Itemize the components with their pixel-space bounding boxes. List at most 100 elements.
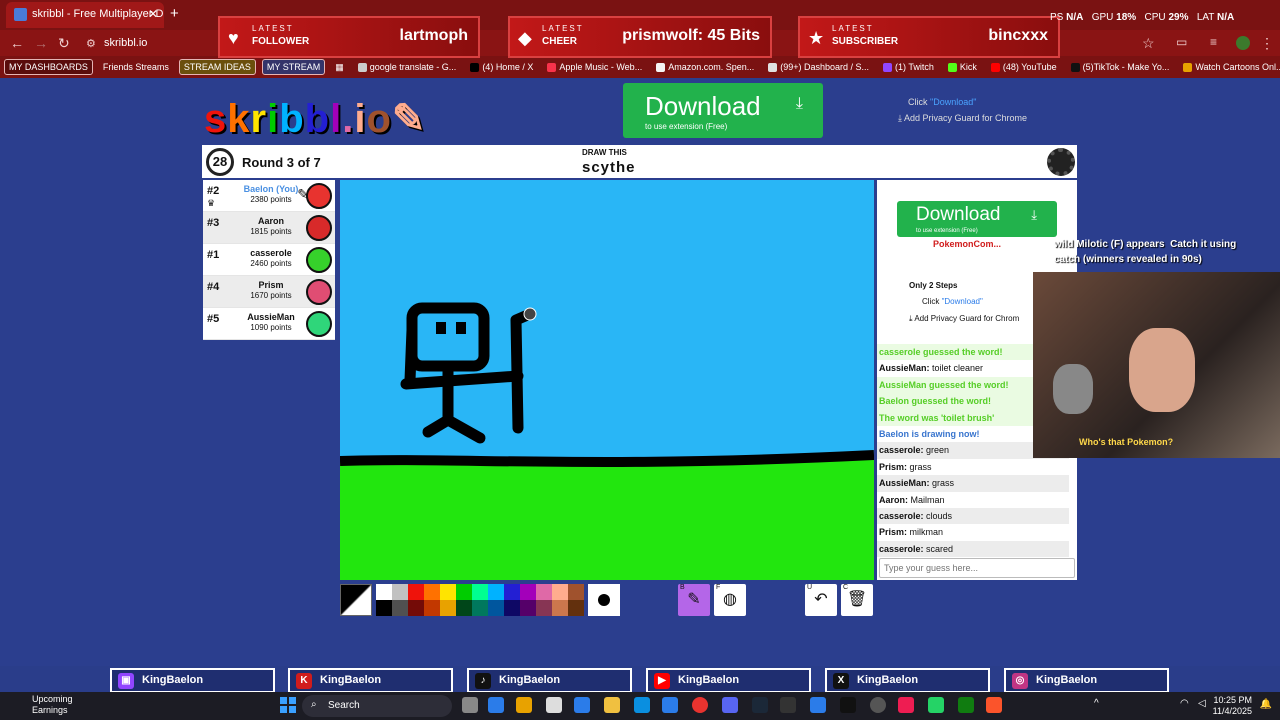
xbox-icon[interactable] <box>958 697 974 713</box>
palette-color-swatch[interactable] <box>424 600 440 616</box>
notes-icon[interactable] <box>546 697 562 713</box>
bookmark-item[interactable]: Friends Streams <box>99 60 173 74</box>
bookmark-item[interactable]: (5)TikTok - Make Yo... <box>1067 60 1174 74</box>
palette-color-swatch[interactable] <box>536 600 552 616</box>
settings-gear-icon[interactable] <box>1047 148 1075 176</box>
close-tab-icon[interactable]: ✕ <box>148 7 158 21</box>
bookmark-item[interactable]: (4) Home / X <box>466 60 537 74</box>
bookmark-item[interactable]: (1) Twitch <box>879 60 938 74</box>
taskbar-clock[interactable]: 10:25 PM 11/4/2025 <box>1213 695 1252 717</box>
taskbar-search[interactable]: ⌕ Search <box>302 695 452 717</box>
store-icon[interactable] <box>488 697 504 713</box>
download-ad-side[interactable]: Download to use extension (Free) ⤓ <box>897 201 1057 237</box>
media-icon[interactable]: ≡ <box>1210 35 1217 49</box>
apps-grid-icon[interactable]: ▦ <box>331 60 348 75</box>
bookmark-item[interactable]: MY DASHBOARDS <box>4 59 93 75</box>
palette-color-swatch[interactable] <box>440 600 456 616</box>
bookmark-item[interactable]: MY STREAM <box>261 59 326 75</box>
reload-icon[interactable]: ↻ <box>58 35 70 52</box>
palette-color-swatch[interactable] <box>456 584 472 600</box>
palette-color-swatch[interactable] <box>568 600 584 616</box>
palette-color-swatch[interactable] <box>552 600 568 616</box>
bookmark-item[interactable]: Kick <box>944 60 981 74</box>
shortcut-key: B <box>680 584 685 591</box>
palette-color-swatch[interactable] <box>440 584 456 600</box>
palette-color-swatch[interactable] <box>520 600 536 616</box>
palette-color-swatch[interactable] <box>504 584 520 600</box>
url-field[interactable]: skribbl.io <box>104 37 147 49</box>
bookmark-item[interactable]: Watch Cartoons Onl... <box>1179 60 1280 74</box>
windows-start-icon[interactable] <box>280 697 296 713</box>
notification-bell-icon[interactable]: 🔔 <box>1260 699 1272 710</box>
palette-color-swatch[interactable] <box>568 584 584 600</box>
site-info-icon[interactable]: ⚙ <box>86 37 96 50</box>
guess-input[interactable] <box>879 558 1075 578</box>
capcut-icon[interactable] <box>840 697 856 713</box>
palette-color-swatch[interactable] <box>504 600 520 616</box>
tray-chevron-icon[interactable]: ^ <box>1094 698 1099 709</box>
fill-tool-button[interactable]: F ◍ <box>714 584 746 616</box>
tiktok-icon[interactable] <box>898 697 914 713</box>
player-row[interactable]: #2 ♛ Baelon (You) 2380 points ✎ <box>203 180 335 212</box>
app-icon[interactable] <box>810 697 826 713</box>
palette-color-swatch[interactable] <box>488 584 504 600</box>
app-icon[interactable] <box>662 697 678 713</box>
drawing-canvas[interactable] <box>340 180 874 580</box>
epic-games-icon[interactable] <box>780 697 796 713</box>
palette-color-swatch[interactable] <box>408 584 424 600</box>
brush-size-selector[interactable] <box>588 584 620 616</box>
player-row[interactable]: #3 Aaron 1815 points <box>203 212 335 244</box>
fps-label: PS <box>1050 12 1064 23</box>
bookmark-star-icon[interactable]: ☆ <box>1142 35 1155 52</box>
discord-icon[interactable] <box>722 697 738 713</box>
download-ad-top[interactable]: Download to use extension (Free) ⤓ <box>623 83 823 138</box>
brave-icon[interactable] <box>986 697 1002 713</box>
palette-color-swatch[interactable] <box>536 584 552 600</box>
task-view-icon[interactable] <box>462 697 478 713</box>
palette-color-swatch[interactable] <box>392 600 408 616</box>
palette-color-swatch[interactable] <box>552 584 568 600</box>
file-explorer-icon[interactable] <box>604 697 620 713</box>
clear-button[interactable]: C 🗑 <box>841 584 873 616</box>
wifi-icon[interactable]: ◠ <box>1180 698 1189 709</box>
edge-icon[interactable] <box>634 697 650 713</box>
fps-value: N/A <box>1066 12 1084 23</box>
profile-avatar[interactable] <box>1236 36 1250 50</box>
undo-button[interactable]: U ↶ <box>805 584 837 616</box>
menu-icon[interactable]: ⋮ <box>1260 35 1274 52</box>
palette-color-swatch[interactable] <box>376 584 392 600</box>
player-row[interactable]: #4 Prism 1670 points <box>203 276 335 308</box>
palette-color-swatch[interactable] <box>472 584 488 600</box>
bookmark-item[interactable]: google translate - G... <box>354 60 461 74</box>
palette-color-swatch[interactable] <box>376 600 392 616</box>
browser-tab[interactable]: skribbl - Free Multiplayer Draw ✕ <box>6 2 164 28</box>
back-icon[interactable]: ← <box>10 35 24 51</box>
brush-tool-button[interactable]: B ✎ <box>678 584 710 616</box>
whatsapp-icon[interactable] <box>928 697 944 713</box>
palette-color-swatch[interactable] <box>456 600 472 616</box>
bookmark-item[interactable]: (99+) Dashboard / S... <box>764 60 873 74</box>
copilot-icon[interactable] <box>516 697 532 713</box>
volume-icon[interactable]: ◁ <box>1198 698 1206 709</box>
chrome-icon[interactable] <box>692 697 708 713</box>
player-row[interactable]: #5 AussieMan 1090 points <box>203 308 335 340</box>
palette-color-swatch[interactable] <box>392 584 408 600</box>
palette-color-swatch[interactable] <box>408 600 424 616</box>
widgets-button[interactable]: Upcoming Earnings <box>14 694 73 716</box>
player-row[interactable]: #1 casserole 2460 points <box>203 244 335 276</box>
bookmark-item[interactable]: Amazon.com. Spen... <box>652 60 758 74</box>
current-color-swatch[interactable] <box>340 584 372 616</box>
steam-icon[interactable] <box>752 697 768 713</box>
obs-icon[interactable] <box>870 697 886 713</box>
forward-icon[interactable]: → <box>34 35 48 51</box>
bookmark-item[interactable]: (48) YouTube <box>987 60 1061 74</box>
bookmark-item[interactable]: STREAM IDEAS <box>178 59 256 75</box>
palette-color-swatch[interactable] <box>520 584 536 600</box>
palette-color-swatch[interactable] <box>488 600 504 616</box>
mail-icon[interactable] <box>574 697 590 713</box>
bookmark-item[interactable]: Apple Music - Web... <box>543 60 646 74</box>
palette-color-swatch[interactable] <box>424 584 440 600</box>
palette-color-swatch[interactable] <box>472 600 488 616</box>
new-tab-icon[interactable]: + <box>170 5 179 22</box>
cast-icon[interactable]: ▭ <box>1176 35 1187 49</box>
